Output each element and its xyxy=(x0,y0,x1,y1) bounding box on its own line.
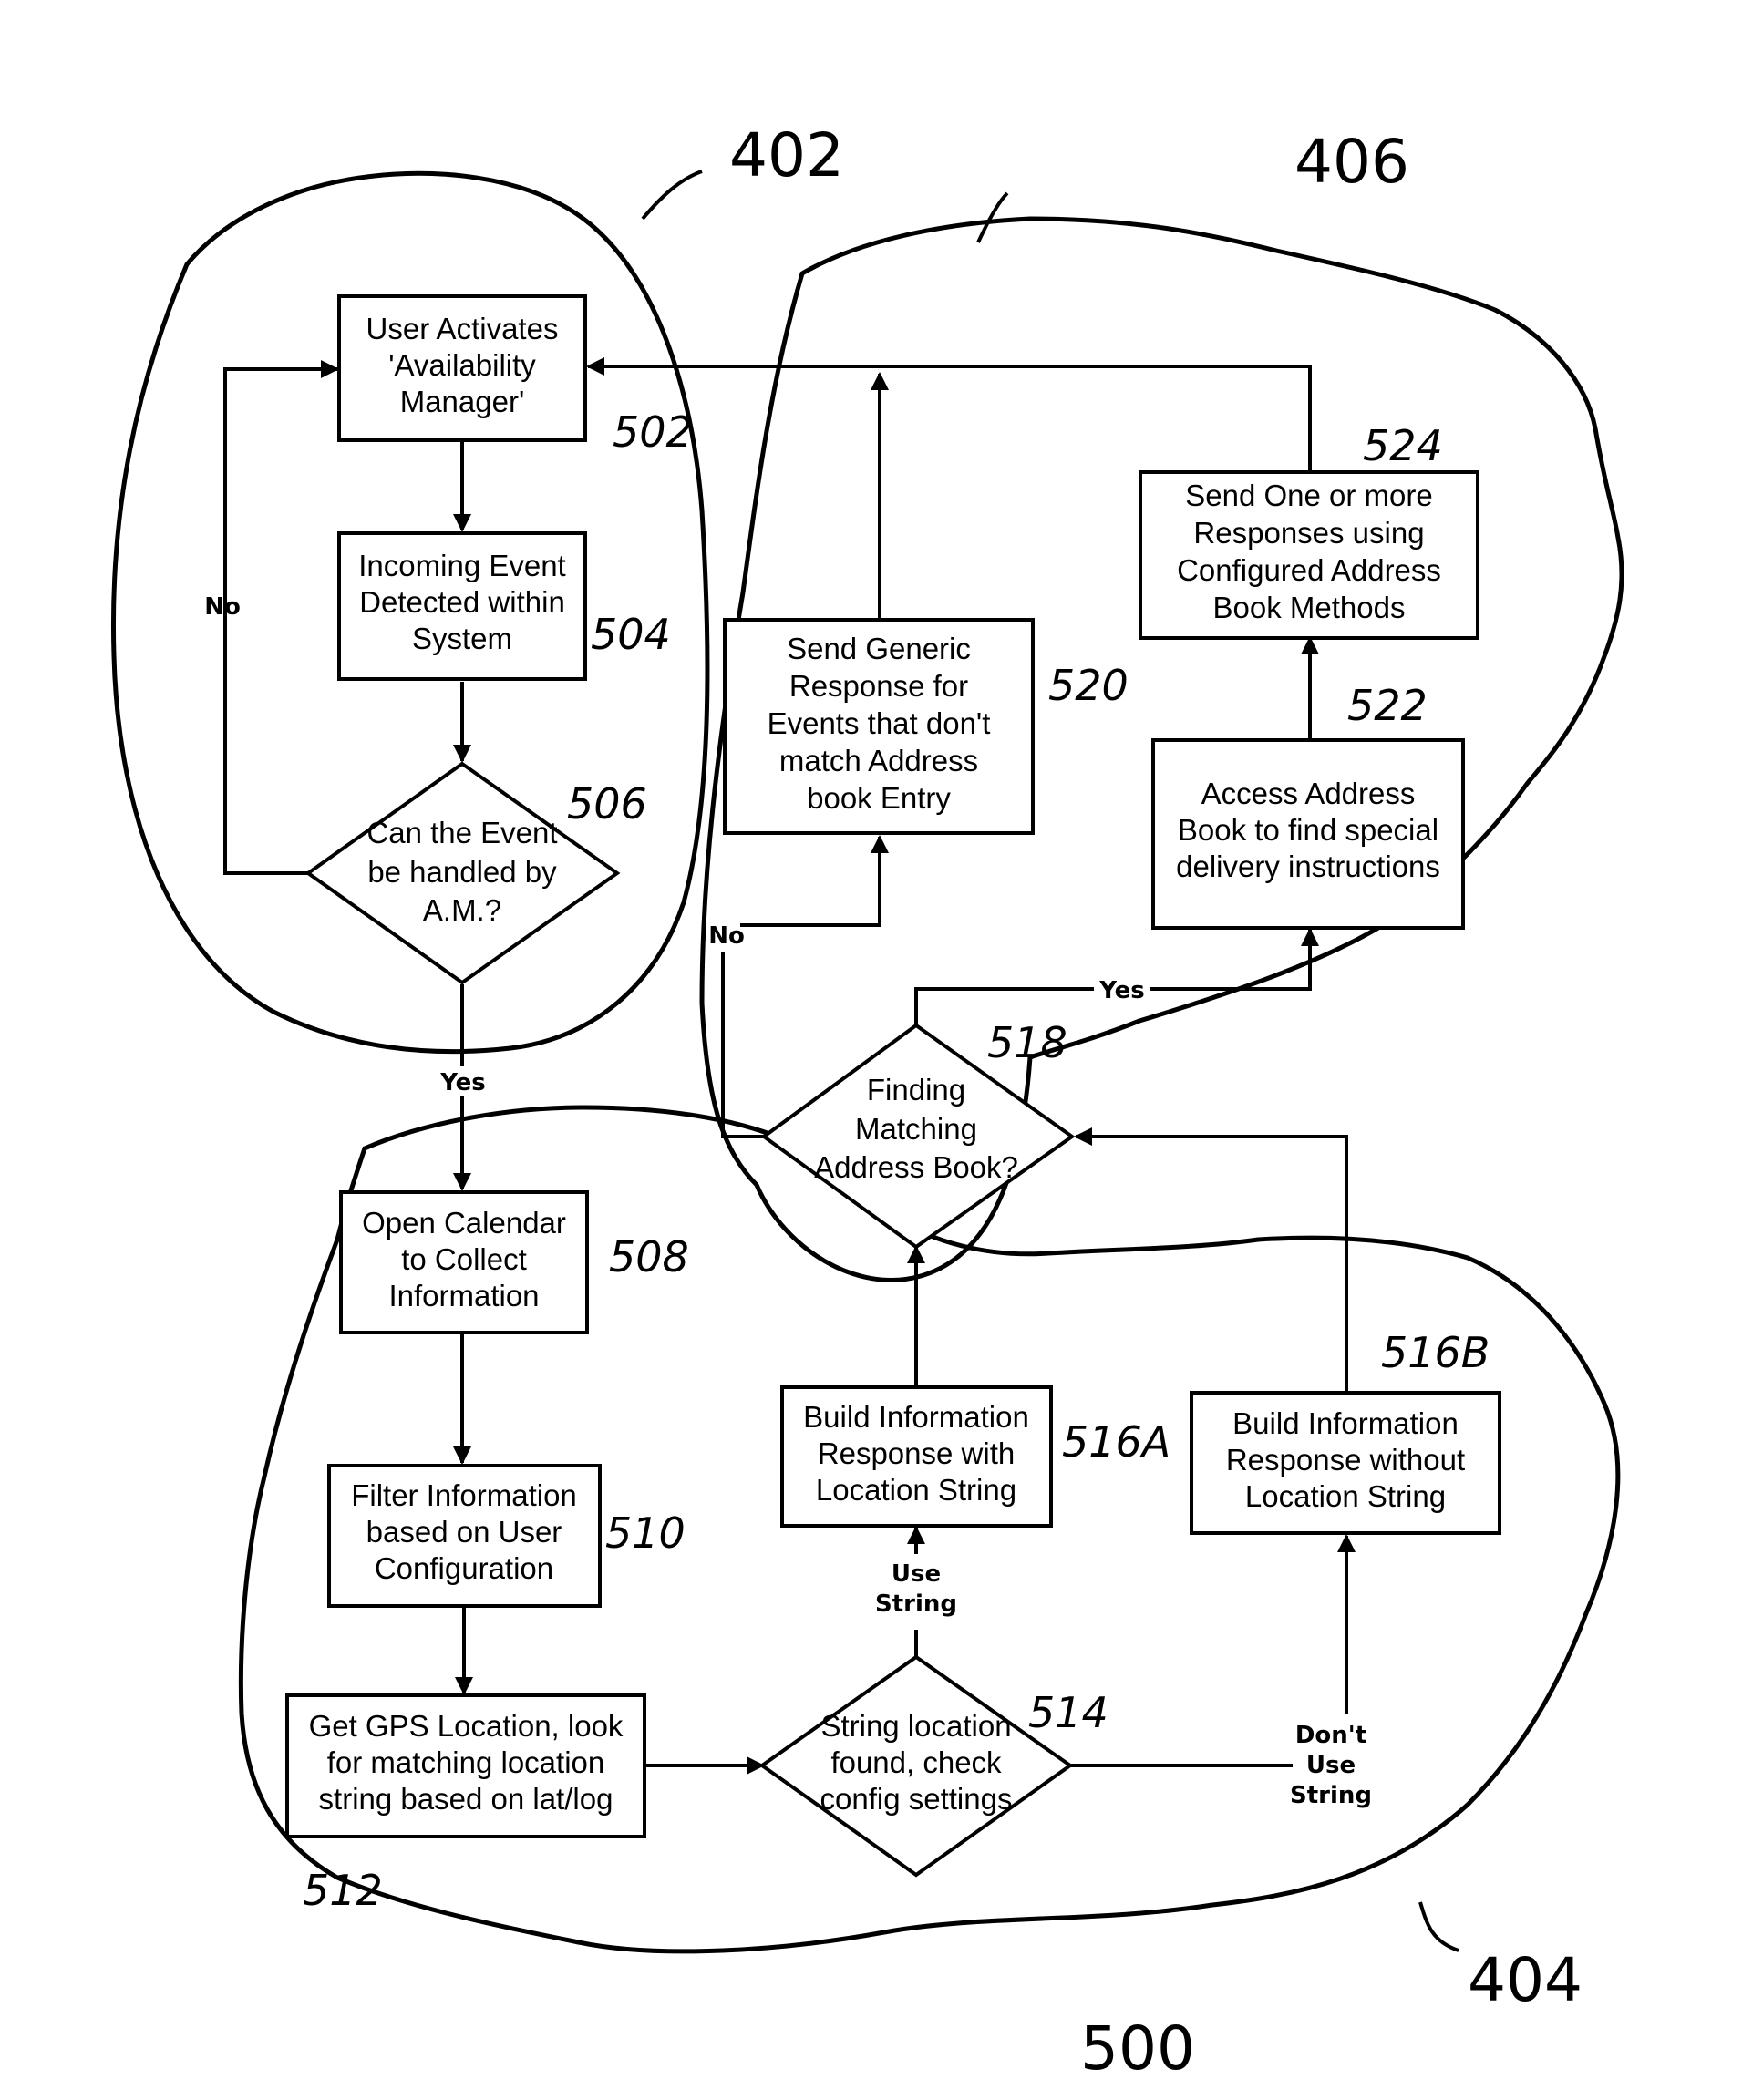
node-522[interactable]: Access Address Book to find special deli… xyxy=(1151,738,1465,930)
node-502-line-1: User Activates xyxy=(366,312,559,345)
node-518-ref: 518 xyxy=(987,1018,1067,1067)
region-402-leader xyxy=(641,170,703,221)
node-520-line-2: Response for xyxy=(789,669,968,703)
node-516a-line-3: Location String xyxy=(816,1473,1016,1507)
edge-518-520-no-2 xyxy=(740,835,889,927)
node-516b-line-2: Response without xyxy=(1226,1443,1465,1477)
node-514[interactable]: String location found, check config sett… xyxy=(758,1654,1074,1878)
node-506-line-3: A.M.? xyxy=(423,893,501,927)
node-506-line-1: Can the Event xyxy=(366,816,557,849)
node-504-line-3: System xyxy=(412,622,512,655)
edge-label-use-string-1: Use xyxy=(892,1560,941,1588)
node-516a-line-1: Build Information xyxy=(803,1400,1029,1434)
node-516b-line-1: Build Information xyxy=(1232,1406,1459,1440)
node-520-line-1: Send Generic xyxy=(787,632,971,665)
edge-506-502-no xyxy=(223,360,339,875)
node-512-line-3: string based on lat/log xyxy=(319,1782,613,1816)
node-524-line-4: Book Methods xyxy=(1213,591,1406,624)
edge-label-use-string-2: String xyxy=(875,1590,957,1618)
node-522-line-1: Access Address xyxy=(1201,777,1416,810)
node-508-ref: 508 xyxy=(609,1232,689,1282)
node-524-line-1: Send One or more xyxy=(1185,479,1432,512)
node-514-ref: 514 xyxy=(1028,1688,1108,1737)
node-524[interactable]: Send One or more Responses using Configu… xyxy=(1139,470,1479,640)
node-522-line-2: Book to find special xyxy=(1178,813,1438,847)
edge-518-522-yes-2 xyxy=(1150,928,1319,991)
node-508-line-3: Information xyxy=(388,1279,539,1312)
node-520-line-4: match Address xyxy=(779,744,978,777)
node-506-line-2: be handled by xyxy=(367,855,557,889)
node-520-ref: 520 xyxy=(1048,661,1129,710)
node-510-line-3: Configuration xyxy=(375,1551,553,1585)
node-510-line-2: based on User xyxy=(366,1515,562,1549)
figure-number: 500 xyxy=(1080,2013,1195,2084)
node-504[interactable]: Incoming Event Detected within System xyxy=(337,531,587,681)
node-502-line-2: 'Availability xyxy=(388,348,536,382)
edge-label-dont-use-1: Don't xyxy=(1295,1722,1366,1749)
node-516b-line-3: Location String xyxy=(1245,1479,1446,1513)
node-522-ref: 522 xyxy=(1347,681,1428,730)
node-516b-ref: 516B xyxy=(1381,1328,1490,1377)
node-510-ref: 510 xyxy=(605,1508,686,1558)
node-518-line-3: Address Book? xyxy=(814,1150,1018,1184)
node-512-ref: 512 xyxy=(303,1866,383,1915)
node-516a-line-2: Response with xyxy=(818,1436,1015,1470)
node-512-line-2: for matching location xyxy=(327,1745,605,1779)
node-502-ref: 502 xyxy=(613,407,693,457)
node-510[interactable]: Filter Information based on User Configu… xyxy=(327,1464,602,1608)
flowchart-diagram: 402 406 404 500 User Activates 'Availabi… xyxy=(110,120,1624,2084)
region-label-406: 406 xyxy=(1294,127,1409,197)
edge-label-506-yes: Yes xyxy=(439,1069,486,1096)
region-label-402: 402 xyxy=(729,120,844,190)
region-404-leader xyxy=(1418,1901,1459,1952)
node-504-line-2: Detected within xyxy=(359,585,565,619)
node-524-line-3: Configured Address xyxy=(1177,553,1441,587)
node-524-line-2: Responses using xyxy=(1193,516,1424,550)
node-514-line-1: String location xyxy=(820,1709,1011,1743)
node-520-line-3: Events that don't xyxy=(768,706,991,740)
node-516a[interactable]: Build Information Response with Location… xyxy=(780,1385,1053,1528)
node-508-line-1: Open Calendar xyxy=(362,1206,566,1240)
node-520-line-5: book Entry xyxy=(807,781,951,815)
edge-label-506-no: No xyxy=(204,593,241,621)
edge-label-dont-use-2: Use xyxy=(1306,1752,1356,1779)
node-504-line-1: Incoming Event xyxy=(358,549,565,582)
node-524-ref: 524 xyxy=(1363,421,1443,470)
node-522-line-3: delivery instructions xyxy=(1176,849,1440,883)
edge-516b-518 xyxy=(1074,1127,1348,1392)
node-502[interactable]: User Activates 'Availability Manager' xyxy=(337,294,587,442)
region-406-leader xyxy=(976,191,1009,243)
node-514-line-2: found, check xyxy=(830,1745,1002,1779)
node-516b[interactable]: Build Information Response without Locat… xyxy=(1190,1391,1501,1535)
edge-label-518-no: No xyxy=(708,922,745,950)
node-502-line-3: Manager' xyxy=(400,385,525,418)
node-508[interactable]: Open Calendar to Collect Information xyxy=(339,1190,589,1334)
node-510-line-1: Filter Information xyxy=(351,1478,577,1512)
region-label-404: 404 xyxy=(1468,1945,1583,2015)
edge-label-dont-use-3: String xyxy=(1290,1782,1372,1809)
node-516a-ref: 516A xyxy=(1062,1417,1170,1467)
edge-label-518-yes: Yes xyxy=(1098,977,1145,1004)
node-512[interactable]: Get GPS Location, look for matching loca… xyxy=(285,1693,646,1838)
node-518-line-1: Finding xyxy=(867,1073,965,1107)
node-512-line-1: Get GPS Location, look xyxy=(309,1709,624,1743)
node-514-line-3: config settings xyxy=(820,1782,1013,1816)
node-504-ref: 504 xyxy=(591,610,671,659)
node-508-line-2: to Collect xyxy=(401,1242,527,1276)
node-520[interactable]: Send Generic Response for Events that do… xyxy=(723,618,1035,835)
node-506-ref: 506 xyxy=(567,779,647,829)
node-518-line-2: Matching xyxy=(855,1112,977,1146)
edge-518-520-no xyxy=(721,952,764,1138)
